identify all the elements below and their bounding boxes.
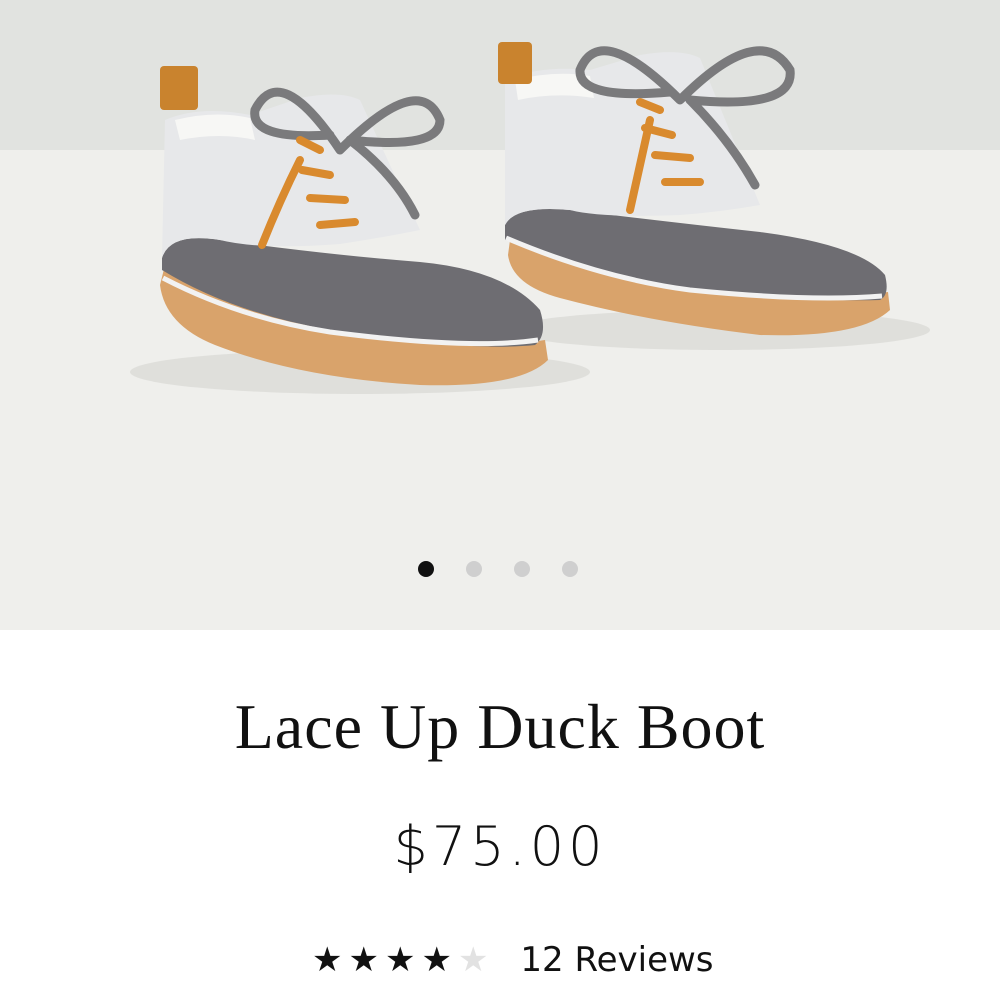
gallery-dot-2[interactable] (466, 561, 482, 577)
product-title: Lace Up Duck Boot (234, 691, 766, 762)
star-filled-icon: ★ (348, 940, 379, 980)
gallery-dot-3[interactable] (514, 561, 530, 577)
star-empty-icon: ★ (457, 940, 489, 980)
gallery-dot-4[interactable] (562, 561, 578, 577)
reviews-link[interactable]: 12 Reviews (520, 940, 713, 980)
product-photo (0, 0, 1000, 630)
gallery-pagination (418, 560, 578, 578)
product-image-gallery[interactable] (0, 0, 1000, 630)
product-rating: ★ ★ ★ ★ ★ 12 Reviews (312, 935, 714, 985)
gallery-dot-1[interactable] (418, 561, 434, 577)
star-filled-icon: ★ (312, 940, 343, 980)
star-rating[interactable]: ★ ★ ★ ★ ★ (312, 943, 488, 977)
star-filled-icon: ★ (421, 940, 452, 980)
star-filled-icon: ★ (384, 940, 416, 980)
product-price: $75.00 (393, 815, 607, 878)
